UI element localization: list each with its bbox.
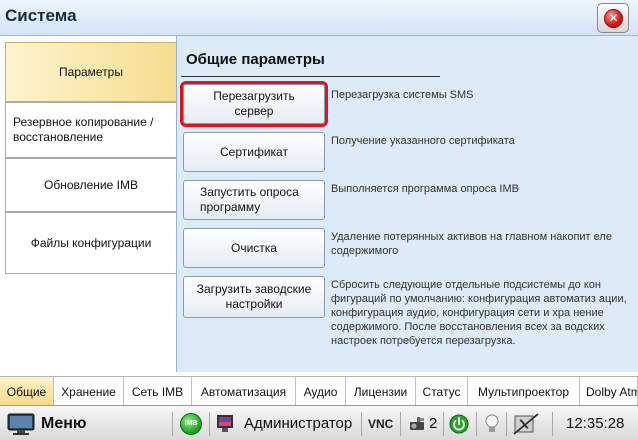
lamp-device-icon: [513, 412, 539, 435]
taskbar-separator: [443, 412, 444, 436]
section-heading: Общие параметры: [186, 51, 325, 68]
tab-audio[interactable]: Аудио: [296, 377, 346, 406]
light-status[interactable]: [484, 406, 500, 440]
button-label: Сертификат: [220, 144, 288, 159]
run-survey-description: Выполняется программа опроса IMB: [331, 183, 519, 195]
device-status[interactable]: [512, 406, 540, 440]
side-tabs: Параметры Резервное копирование / восста…: [0, 36, 176, 372]
tab-imb-network[interactable]: Сеть IMB: [124, 377, 192, 406]
tab-label: Dolby Atmos: [586, 384, 637, 399]
monitor-icon: [7, 413, 35, 435]
side-tab-label: Обновление IMB: [44, 177, 138, 192]
restart-server-description: Перезагрузка системы SMS: [331, 89, 474, 101]
window-title: Система: [5, 6, 77, 25]
tab-automation[interactable]: Автоматизация: [192, 377, 296, 406]
tab-label: Статус: [422, 384, 461, 399]
taskbar: Меню IMB Администратор VNC 2 12:35:28: [0, 405, 638, 440]
tab-status[interactable]: Статус: [416, 377, 468, 406]
tab-label: Лицензии: [353, 384, 408, 399]
power-status[interactable]: [449, 406, 469, 440]
factory-reset-button[interactable]: Загрузить заводские настройки: [183, 276, 325, 318]
side-tab-label: Файлы конфигурации: [30, 235, 152, 250]
tab-general[interactable]: Общие: [0, 377, 54, 406]
title-bar: Система ✕: [0, 0, 638, 36]
vnc-label: VNC: [368, 416, 394, 431]
taskbar-separator: [400, 412, 401, 436]
restart-server-button[interactable]: Перезагрузить сервер: [180, 81, 328, 127]
taskbar-separator: [476, 412, 477, 436]
side-tab-parameters[interactable]: Параметры: [5, 42, 176, 102]
button-label: Перезагрузить сервер: [213, 89, 295, 118]
tab-label: Аудио: [303, 384, 338, 399]
certificate-button[interactable]: Сертификат: [183, 132, 325, 172]
tab-label: Мультипроектор: [478, 384, 569, 399]
tab-label: Сеть IMB: [131, 384, 184, 399]
side-tab-config-files[interactable]: Файлы конфигурации: [5, 212, 176, 274]
tab-storage[interactable]: Хранение: [54, 377, 124, 406]
lightbulb-icon: [485, 414, 499, 432]
heading-divider: [181, 76, 440, 77]
side-tab-label: Параметры: [59, 64, 123, 79]
certificate-description: Получение указанного сертификата: [331, 135, 515, 147]
taskbar-separator: [172, 412, 173, 436]
imb-status-icon: IMB: [180, 412, 202, 435]
imb-badge-text: IMB: [184, 420, 198, 427]
side-tab-label: Резервное копирование / восстановление: [13, 115, 154, 144]
category-tabs: Общие Хранение Сеть IMB Автоматизация Ау…: [0, 376, 638, 406]
run-survey-button[interactable]: Запустить опроса программу: [183, 180, 325, 220]
taskbar-separator: [361, 412, 362, 436]
projector-count: 2: [429, 415, 438, 432]
user-role-label: Администратор: [244, 415, 353, 432]
imb-status[interactable]: IMB: [180, 406, 202, 440]
tab-licenses[interactable]: Лицензии: [346, 377, 416, 406]
cleanup-button[interactable]: Очистка: [183, 228, 325, 268]
vnc-indicator[interactable]: VNC: [368, 406, 393, 440]
factory-reset-description: Сбросить следующие отдельные подсистемы …: [331, 279, 627, 347]
user-monitor-icon: [217, 414, 233, 432]
side-tab-imb-update[interactable]: Обновление IMB: [5, 158, 176, 212]
button-label: Загрузить заводские настройки: [196, 282, 312, 311]
tab-label: Общие: [6, 384, 47, 399]
tab-label: Хранение: [61, 384, 116, 399]
user-status[interactable]: Администратор: [216, 406, 352, 440]
tab-multiprojector[interactable]: Мультипроектор: [468, 377, 580, 406]
button-label: Запустить опроса программу: [200, 185, 299, 214]
cleanup-description: Удаление потерянных активов на главном н…: [331, 231, 612, 257]
power-icon: [449, 414, 469, 433]
menu-button[interactable]: Меню: [6, 406, 87, 440]
close-icon: ✕: [604, 9, 623, 28]
taskbar-separator: [506, 412, 507, 436]
taskbar-separator: [209, 412, 210, 436]
taskbar-separator: [552, 412, 553, 436]
tab-dolby-atmos[interactable]: Dolby Atmos: [580, 377, 638, 406]
button-label: Очистка: [231, 240, 277, 255]
close-button[interactable]: ✕: [597, 3, 629, 33]
tab-label: Автоматизация: [200, 384, 287, 399]
clock: 12:35:28: [566, 406, 624, 440]
menu-label: Меню: [41, 414, 87, 432]
side-tab-backup-restore[interactable]: Резервное копирование / восстановление: [5, 102, 176, 158]
clock-time: 12:35:28: [566, 415, 625, 432]
projector-status[interactable]: 2: [408, 406, 437, 440]
general-settings-panel: Общие параметры Перезагрузить сервер Пер…: [176, 36, 638, 372]
projector-icon: [410, 416, 424, 430]
